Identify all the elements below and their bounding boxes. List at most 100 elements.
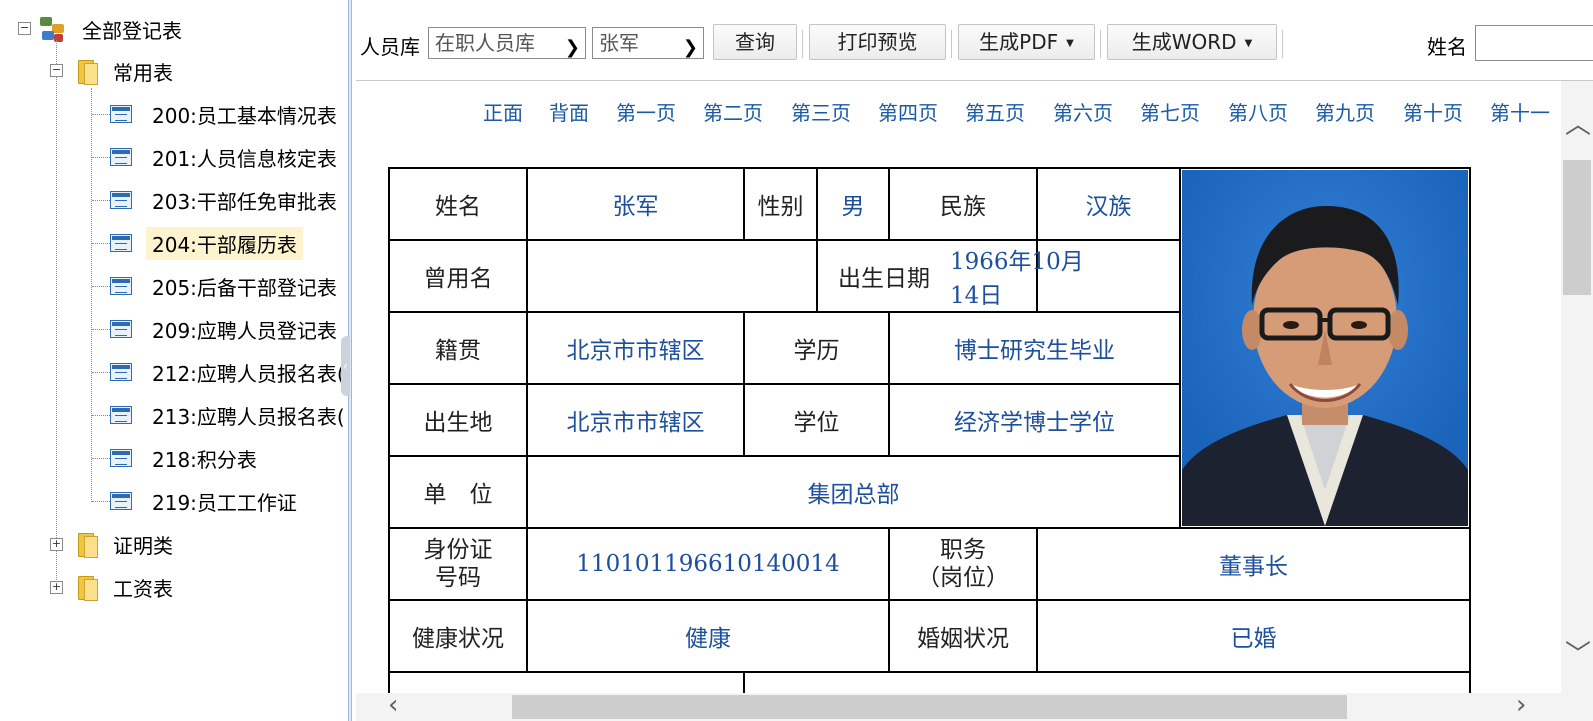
ethnicity-label: 民族 [888,167,1038,241]
tree-item-218[interactable]: 218:积分表 [110,442,263,474]
scroll-down-icon[interactable]: ﹀ [1565,634,1591,671]
registry-root-icon [38,15,66,43]
native-place-label: 籍贯 [388,311,528,385]
scroll-right-icon[interactable]: › [1516,690,1526,720]
tree-item-201[interactable]: 201:人员信息核定表 [110,141,343,173]
tree-group-certificates[interactable]: 证明类 [75,528,179,560]
degree-value: 经济学博士学位 [888,383,1181,457]
form-icon [110,492,132,510]
page-link-2[interactable]: 第二页 [703,97,763,126]
ethnicity-value: 汉族 [1036,167,1181,241]
collapse-root-icon[interactable]: − [18,22,31,35]
page-link-4[interactable]: 第四页 [878,97,938,126]
page-link-1[interactable]: 第一页 [616,97,676,126]
native-place-value: 北京市市辖区 [526,311,745,385]
name-label: 姓名 [1427,35,1467,59]
photo-cell [1179,167,1471,529]
education-label: 学历 [743,311,890,385]
folder-icon [75,574,99,601]
name-value: 张军 [526,167,745,241]
former-name-value [526,239,818,313]
page-link-5[interactable]: 第五页 [965,97,1025,126]
page-link-7[interactable]: 第七页 [1140,97,1200,126]
tree-item-203[interactable]: 203:干部任免审批表 [110,184,343,216]
page-link-back[interactable]: 背面 [549,97,589,126]
tree-item-205[interactable]: 205:后备干部登记表 [110,270,343,302]
id-number-label: 身份证 号码 [388,527,528,601]
marital-value: 已婚 [1036,599,1471,673]
tree-root[interactable]: 全部登记表 [38,13,188,45]
tree-root-label: 全部登记表 [82,18,182,43]
form-icon [110,234,132,252]
next-row-cell [743,671,1471,693]
horizontal-scroll-thumb[interactable] [512,695,1347,719]
birthplace-label: 出生地 [388,383,528,457]
unit-label: 单 位 [388,455,528,529]
form-icon [110,191,132,209]
print-preview-button[interactable]: 打印预览 [809,24,946,60]
form-icon [110,148,132,166]
tree-item-213[interactable]: 213:应聘人员报名表( [110,399,348,431]
unit-value: 集团总部 [526,455,1181,529]
page-link-9[interactable]: 第九页 [1315,97,1375,126]
folder-open-icon [75,58,99,85]
collapse-common-icon[interactable]: − [50,64,63,77]
tree-group-salary[interactable]: 工资表 [75,571,179,603]
tree-item-204-selected[interactable]: 204:干部履历表 [110,226,303,260]
form-icon [110,406,132,424]
expand-certificates-icon[interactable]: + [50,538,63,551]
next-row-cell [388,671,745,693]
dropdown-arrow-icon: ▼ [1066,37,1074,49]
tree-item-200[interactable]: 200:员工基本情况表 [110,98,343,130]
generate-pdf-button[interactable]: 生成PDF ▼ [958,24,1095,60]
registration-form-view: 正面 背面 第一页 第二页 第三页 第四页 第五页 第六页 第七页 第八页 第九… [356,81,1561,693]
page-link-10[interactable]: 第十页 [1403,97,1463,126]
health-label: 健康状况 [388,599,528,673]
gender-label: 性别 [743,167,818,241]
person-select[interactable]: 张军 ❯ [592,27,704,59]
tree-group-common[interactable]: 常用表 [75,55,179,87]
health-value: 健康 [526,599,890,673]
page-link-3[interactable]: 第三页 [791,97,851,126]
degree-label: 学位 [743,383,890,457]
name-search-input[interactable] [1475,25,1593,61]
page-link-6[interactable]: 第六页 [1053,97,1113,126]
page-link-11[interactable]: 第十一 [1490,97,1550,126]
navigation-tree: − 全部登记表 − 常用表 200:员工基本情况表 201:人员信息核定表 20… [0,0,348,721]
scroll-left-icon[interactable]: ‹ [388,690,398,720]
query-button[interactable]: 查询 [713,24,797,60]
chevron-down-icon: ❯ [682,37,698,58]
form-icon [110,363,132,381]
name-label: 姓名 [388,167,528,241]
gender-value: 男 [816,167,890,241]
generate-word-button[interactable]: 生成WORD ▼ [1107,24,1277,60]
person-photo [1182,170,1468,526]
library-label: 人员库 [360,35,420,59]
form-icon [110,320,132,338]
education-value: 博士研究生毕业 [888,311,1181,385]
post-value: 董事长 [1036,527,1471,601]
collapse-panel-icon[interactable]: ‹ [341,336,350,396]
scroll-up-icon[interactable]: ︿ [1565,104,1591,141]
former-name-label: 曾用名 [388,239,528,313]
expand-salary-icon[interactable]: + [50,581,63,594]
cadre-resume-form: 姓名 张军 性别 男 民族 汉族 曾用名 出生日期 1966年10月14日 籍贯… [388,167,1471,693]
tree-item-212[interactable]: 212:应聘人员报名表( [110,356,348,388]
form-icon [110,277,132,295]
library-select[interactable]: 在职人员库 ❯ [428,27,586,59]
dropdown-arrow-icon: ▼ [1244,37,1253,49]
folder-icon [75,531,99,558]
page-link-8[interactable]: 第八页 [1228,97,1288,126]
toolbar: 人员库 在职人员库 ❯ 张军 ❯ 查询 打印预览 生成PDF ▼ 生成WORD ▼ … [356,0,1593,81]
id-number-value: 110101196610140014 [526,527,890,601]
page-navigation: 正面 背面 第一页 第二页 第三页 第四页 第五页 第六页 第七页 第八页 第九… [356,97,1561,127]
post-label: 职务 （岗位） [888,527,1038,601]
form-icon [110,105,132,123]
birthplace-value: 北京市市辖区 [526,383,745,457]
tree-item-209[interactable]: 209:应聘人员登记表 [110,313,343,345]
page-link-front[interactable]: 正面 [483,97,523,126]
tree-item-219[interactable]: 219:员工工作证 [110,485,303,517]
marital-label: 婚姻状况 [888,599,1038,673]
vertical-scroll-thumb[interactable] [1563,160,1591,295]
form-icon [110,449,132,467]
